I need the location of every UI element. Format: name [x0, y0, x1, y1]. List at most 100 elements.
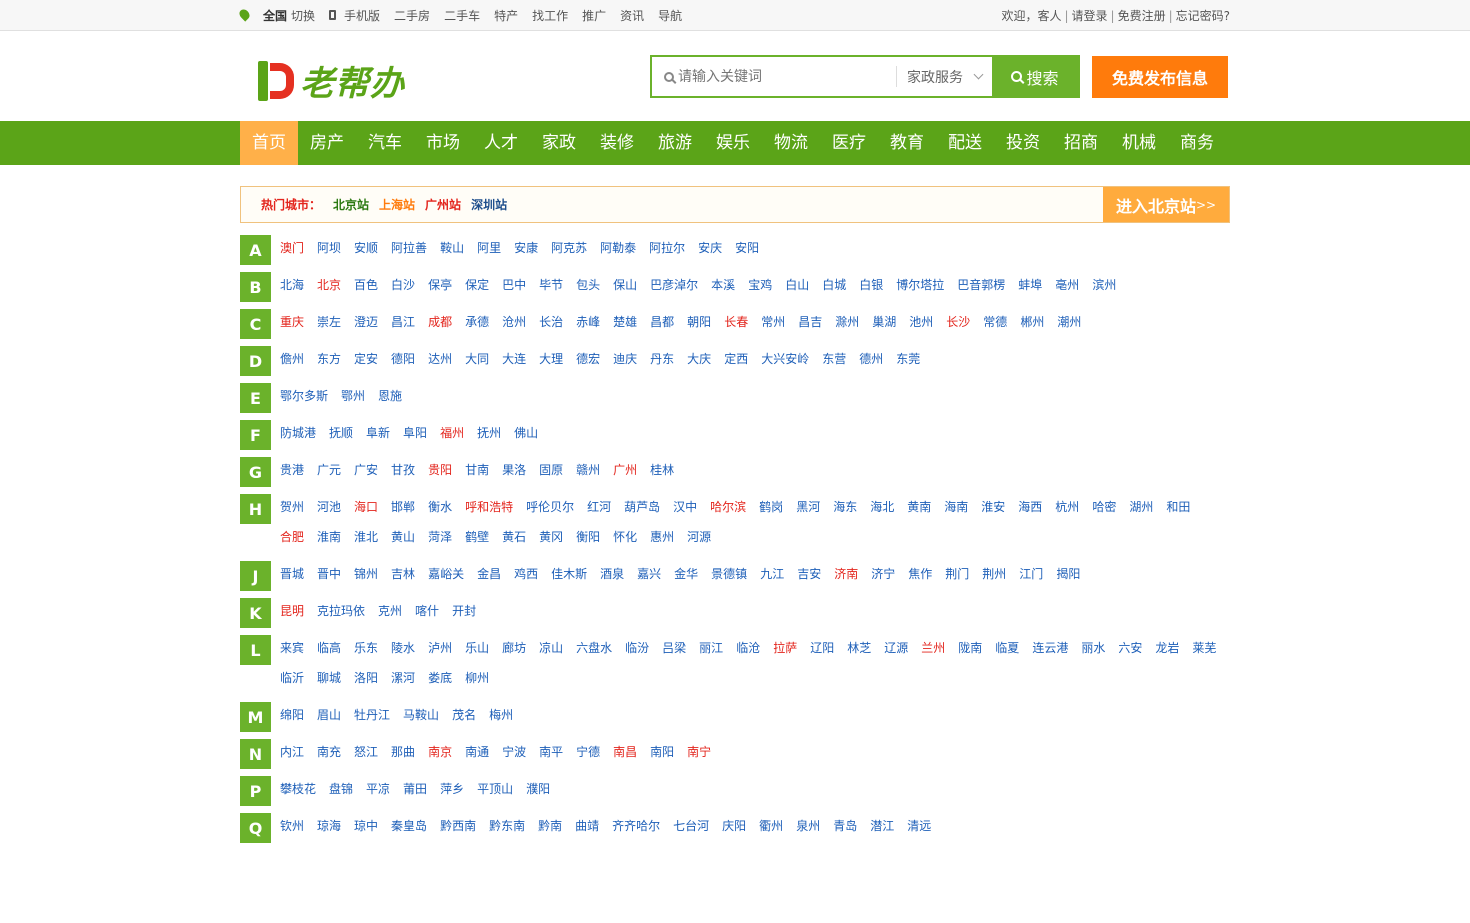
city-link[interactable]: 六盘水: [576, 641, 612, 671]
city-link[interactable]: 陇南: [958, 641, 982, 671]
city-link[interactable]: 嘉兴: [637, 567, 661, 597]
city-link[interactable]: 南阳: [650, 745, 674, 775]
city-link[interactable]: 儋州: [280, 352, 304, 382]
city-link[interactable]: 辽阳: [810, 641, 834, 671]
city-link[interactable]: 长沙: [946, 315, 970, 345]
city-link[interactable]: 果洛: [502, 463, 526, 493]
nav-item[interactable]: 机械: [1110, 121, 1168, 165]
city-link[interactable]: 阿勒泰: [600, 241, 636, 271]
city-link[interactable]: 衡水: [428, 500, 452, 530]
city-link[interactable]: 阜阳: [403, 426, 427, 456]
nav-item[interactable]: 人才: [472, 121, 530, 165]
city-link[interactable]: 嘉峪关: [428, 567, 464, 597]
city-link[interactable]: 莆田: [403, 782, 427, 812]
nav-item[interactable]: 物流: [762, 121, 820, 165]
city-link[interactable]: 龙岩: [1155, 641, 1179, 671]
city-link[interactable]: 安阳: [735, 241, 759, 271]
city-link[interactable]: 淮北: [354, 530, 378, 560]
city-link[interactable]: 北京: [317, 278, 341, 308]
nav-item[interactable]: 首页: [240, 121, 298, 165]
city-link[interactable]: 黔东南: [489, 819, 525, 849]
city-link[interactable]: 承德: [465, 315, 489, 345]
city-link[interactable]: 百色: [354, 278, 378, 308]
city-link[interactable]: 阿里: [477, 241, 501, 271]
city-link[interactable]: 茂名: [452, 708, 476, 738]
city-link[interactable]: 连云港: [1032, 641, 1068, 671]
switch-location-link[interactable]: 切换: [291, 7, 315, 24]
city-link[interactable]: 衡阳: [576, 530, 600, 560]
city-link[interactable]: 红河: [587, 500, 611, 530]
city-link[interactable]: 黔南: [538, 819, 562, 849]
city-link[interactable]: 赤峰: [576, 315, 600, 345]
city-link[interactable]: 潜江: [870, 819, 894, 849]
city-link[interactable]: 黑河: [796, 500, 820, 530]
city-link[interactable]: 济宁: [871, 567, 895, 597]
city-link[interactable]: 鄂州: [341, 389, 365, 419]
city-link[interactable]: 阿克苏: [551, 241, 587, 271]
nav-item[interactable]: 配送: [936, 121, 994, 165]
nav-item[interactable]: 教育: [878, 121, 936, 165]
city-link[interactable]: 六安: [1118, 641, 1142, 671]
top-link[interactable]: 二手房: [394, 7, 430, 24]
city-link[interactable]: 北海: [280, 278, 304, 308]
city-link[interactable]: 白银: [859, 278, 883, 308]
city-link[interactable]: 萍乡: [440, 782, 464, 812]
city-link[interactable]: 郴州: [1020, 315, 1044, 345]
city-link[interactable]: 大庆: [687, 352, 711, 382]
nav-item[interactable]: 家政: [530, 121, 588, 165]
city-link[interactable]: 盘锦: [329, 782, 353, 812]
hot-city-link[interactable]: 深圳站: [471, 196, 507, 213]
city-link[interactable]: 惠州: [650, 530, 674, 560]
city-link[interactable]: 丽江: [699, 641, 723, 671]
city-link[interactable]: 七台河: [673, 819, 709, 849]
city-link[interactable]: 晋城: [280, 567, 304, 597]
city-link[interactable]: 眉山: [317, 708, 341, 738]
hot-city-link[interactable]: 上海站: [379, 196, 415, 213]
login-link[interactable]: 请登录: [1072, 9, 1108, 23]
city-link[interactable]: 那曲: [391, 745, 415, 775]
city-link[interactable]: 赣州: [576, 463, 600, 493]
city-link[interactable]: 昆明: [280, 604, 304, 634]
nav-item[interactable]: 装修: [588, 121, 646, 165]
city-link[interactable]: 南充: [317, 745, 341, 775]
city-link[interactable]: 邯郸: [391, 500, 415, 530]
city-link[interactable]: 乐东: [354, 641, 378, 671]
city-link[interactable]: 巢湖: [872, 315, 896, 345]
city-link[interactable]: 揭阳: [1056, 567, 1080, 597]
city-link[interactable]: 甘南: [465, 463, 489, 493]
nav-item[interactable]: 商务: [1168, 121, 1226, 165]
city-link[interactable]: 阿拉尔: [649, 241, 685, 271]
city-link[interactable]: 吉安: [797, 567, 821, 597]
city-link[interactable]: 喀什: [415, 604, 439, 634]
nav-item[interactable]: 投资: [994, 121, 1052, 165]
city-link[interactable]: 包头: [576, 278, 600, 308]
city-link[interactable]: 德州: [859, 352, 883, 382]
city-link[interactable]: 济南: [834, 567, 858, 597]
nav-item[interactable]: 招商: [1052, 121, 1110, 165]
city-link[interactable]: 清远: [907, 819, 931, 849]
city-link[interactable]: 汉中: [673, 500, 697, 530]
city-link[interactable]: 定安: [354, 352, 378, 382]
city-link[interactable]: 常德: [983, 315, 1007, 345]
city-link[interactable]: 大理: [539, 352, 563, 382]
mobile-version-link[interactable]: 手机版: [344, 7, 380, 24]
city-link[interactable]: 昌吉: [798, 315, 822, 345]
city-link[interactable]: 德宏: [576, 352, 600, 382]
city-link[interactable]: 娄底: [428, 671, 452, 701]
city-link[interactable]: 保定: [465, 278, 489, 308]
city-link[interactable]: 洛阳: [354, 671, 378, 701]
city-link[interactable]: 荆州: [982, 567, 1006, 597]
city-link[interactable]: 淮南: [317, 530, 341, 560]
city-link[interactable]: 长春: [724, 315, 748, 345]
city-link[interactable]: 怀化: [613, 530, 637, 560]
city-link[interactable]: 来宾: [280, 641, 304, 671]
nav-item[interactable]: 汽车: [356, 121, 414, 165]
city-link[interactable]: 蚌埠: [1018, 278, 1042, 308]
city-link[interactable]: 福州: [440, 426, 464, 456]
top-link[interactable]: 推广: [582, 7, 606, 24]
city-link[interactable]: 定西: [724, 352, 748, 382]
city-link[interactable]: 陵水: [391, 641, 415, 671]
city-link[interactable]: 哈密: [1092, 500, 1116, 530]
city-link[interactable]: 牡丹江: [354, 708, 390, 738]
city-link[interactable]: 黄山: [391, 530, 415, 560]
